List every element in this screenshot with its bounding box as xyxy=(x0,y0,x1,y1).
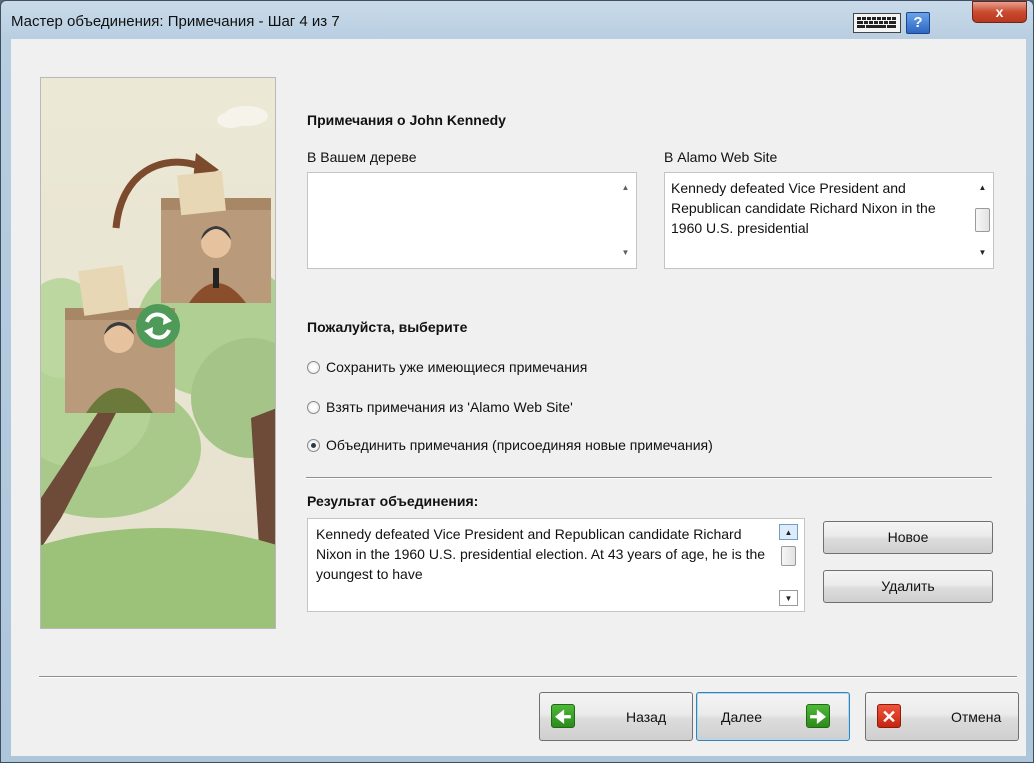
merge-result-textarea[interactable]: Kennedy defeated Vice President and Repu… xyxy=(307,518,805,612)
merge-illustration-image xyxy=(41,78,275,628)
scroll-thumb[interactable] xyxy=(975,208,990,232)
cancel-button-label: Отмена xyxy=(951,709,1002,725)
choose-heading: Пожалуйста, выберите xyxy=(307,319,468,335)
radio-keep-existing-label[interactable]: Сохранить уже имеющиеся примечания xyxy=(326,359,587,375)
cancel-button[interactable]: ✕ Отмена xyxy=(865,692,1019,741)
cancel-x-icon: ✕ xyxy=(877,704,901,728)
arrow-left-icon: 🠈 xyxy=(551,704,575,728)
keyboard-icon[interactable] xyxy=(853,13,901,33)
footer-divider xyxy=(39,676,1017,678)
radio-merge-notes-label[interactable]: Объединить примечания (присоединяя новые… xyxy=(326,437,713,453)
remote-site-label: В Alamo Web Site xyxy=(664,149,778,165)
radio-take-remote-label[interactable]: Взять примечания из 'Alamo Web Site' xyxy=(326,399,573,415)
scroll-down-arrow-icon[interactable]: ▼ xyxy=(973,245,992,261)
arrow-right-icon: 🠊 xyxy=(806,704,830,728)
title-bar[interactable]: Мастер объединения: Примечания - Шаг 4 и… xyxy=(1,1,1034,39)
result-heading: Результат объединения: xyxy=(307,493,479,509)
your-tree-notes-box[interactable]: ▲ ▼ xyxy=(307,172,637,269)
scroll-up-arrow-icon[interactable]: ▲ xyxy=(973,180,992,196)
next-button-label: Далее xyxy=(721,709,763,725)
merge-wizard-window: Мастер объединения: Примечания - Шаг 4 и… xyxy=(0,0,1034,763)
wizard-illustration xyxy=(40,77,276,629)
your-tree-label: В Вашем дереве xyxy=(307,149,417,165)
merge-result-scrollbar[interactable]: ▲ ▼ xyxy=(779,524,798,606)
delete-note-button[interactable]: Удалить xyxy=(823,570,993,603)
remote-site-notes-text: Kennedy defeated Vice President and Repu… xyxy=(671,180,936,236)
scroll-up-arrow-icon[interactable]: ▲ xyxy=(779,524,798,540)
help-button[interactable]: ? xyxy=(906,12,930,34)
radio-button[interactable] xyxy=(307,361,320,374)
section-divider xyxy=(306,477,992,479)
back-button[interactable]: 🠈 Назад xyxy=(539,692,693,741)
remote-site-notes-scrollbar[interactable]: ▲ ▼ xyxy=(973,174,992,267)
new-note-button[interactable]: Новое xyxy=(823,521,993,554)
scroll-thumb[interactable] xyxy=(781,546,796,566)
radio-button-selected[interactable] xyxy=(307,439,320,452)
your-tree-notes-scrollbar[interactable]: ▲ ▼ xyxy=(616,174,635,267)
radio-button[interactable] xyxy=(307,401,320,414)
close-button[interactable]: x xyxy=(972,1,1027,23)
scroll-down-arrow-icon[interactable]: ▼ xyxy=(616,245,635,261)
notes-heading: Примечания о John Kennedy xyxy=(307,112,506,128)
back-button-label: Назад xyxy=(626,709,667,725)
window-title: Мастер объединения: Примечания - Шаг 4 и… xyxy=(11,13,340,30)
scroll-up-arrow-icon[interactable]: ▲ xyxy=(616,180,635,196)
next-button[interactable]: Далее 🠊 xyxy=(696,692,850,741)
merge-result-text[interactable]: Kennedy defeated Vice President and Repu… xyxy=(316,524,778,586)
remote-site-notes-box[interactable]: Kennedy defeated Vice President and Repu… xyxy=(664,172,994,269)
scroll-down-arrow-icon[interactable]: ▼ xyxy=(779,590,798,606)
